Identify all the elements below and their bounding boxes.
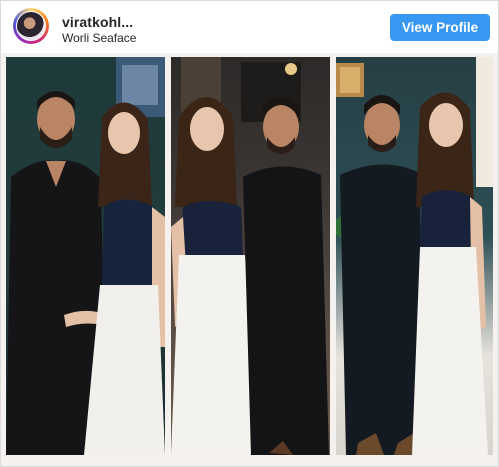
location-link[interactable]: Worli Seaface [62,31,136,45]
photo-panel-left [6,57,165,455]
photo-left-illustration [6,57,165,455]
instagram-embed-card: viratkohl... Worli Seaface View Profile [0,0,499,467]
avatar[interactable] [16,11,46,41]
view-profile-button[interactable]: View Profile [390,14,490,41]
photo-center-illustration [171,57,329,455]
profile-avatar-ring[interactable] [13,8,49,44]
photo-right-illustration [336,57,493,455]
username[interactable]: viratkohl... [62,14,133,30]
post-image[interactable] [1,53,498,466]
post-header: viratkohl... Worli Seaface View Profile [1,1,498,51]
photo-panel-right [336,57,493,455]
photo-panel-center [171,57,330,455]
